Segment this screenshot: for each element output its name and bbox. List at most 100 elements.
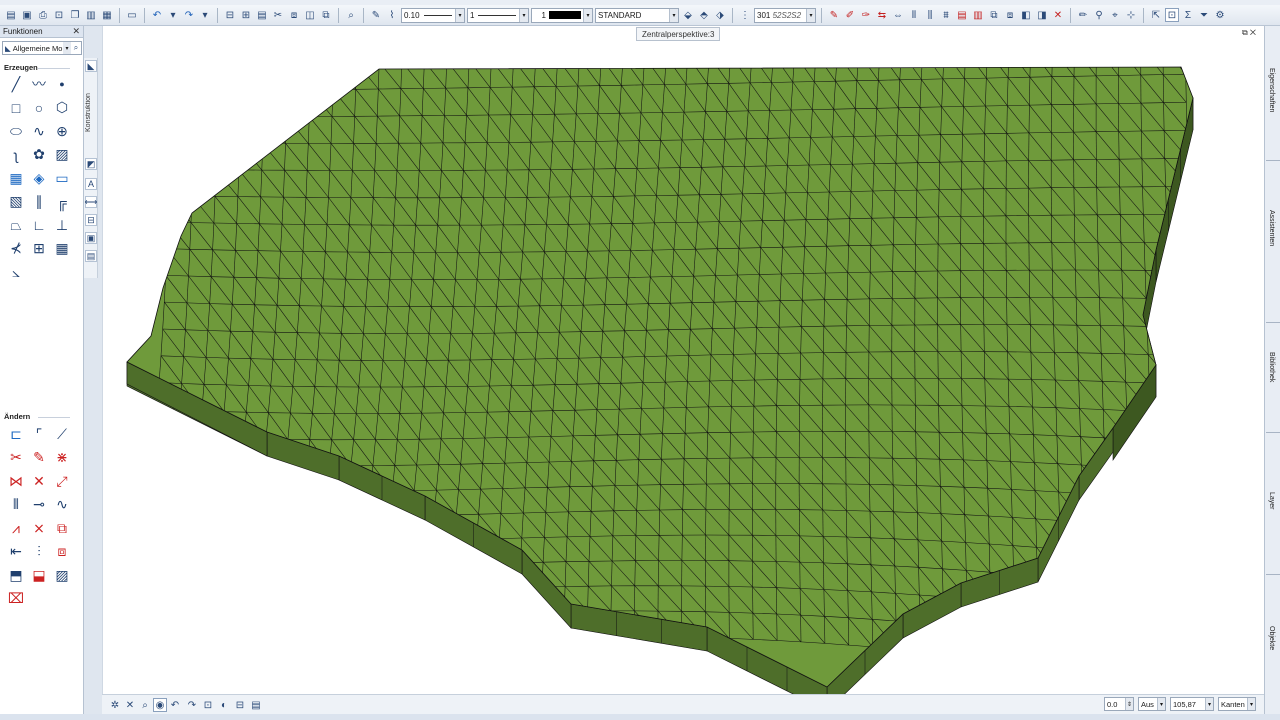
parallel-icon[interactable]: ⫴	[6, 495, 26, 515]
plot-icon[interactable]: ⊡	[52, 8, 66, 22]
dimension-line-icon[interactable]: ⟷	[85, 196, 97, 208]
hatch-edit-icon[interactable]: ▨	[52, 565, 72, 585]
spline-icon[interactable]: ∿	[29, 121, 49, 141]
perpendicular-icon[interactable]: ⊥	[52, 215, 72, 235]
redo-icon[interactable]: ↷	[182, 8, 196, 22]
navigate-icon[interactable]: ⇱	[1149, 8, 1163, 22]
line-type-select[interactable]: 1 ▾	[467, 7, 529, 23]
display-mode-select[interactable]: Kanten ▾	[1218, 697, 1256, 711]
crosshair-circle-icon[interactable]: ⊕	[52, 121, 72, 141]
curve-icon[interactable]: ʅ	[6, 145, 26, 165]
style-area-icon[interactable]: ▧	[6, 192, 26, 212]
settings-icon[interactable]: ⚙	[1213, 8, 1227, 22]
convert-icon[interactable]: ⬒	[6, 565, 26, 585]
layer-select[interactable]: 301 52S2S2 ▾	[754, 7, 816, 23]
save-icon[interactable]: ▣	[20, 8, 34, 22]
tab-bibliothek[interactable]: Bibliothek	[1268, 352, 1275, 382]
break-line-icon[interactable]: ⩘	[6, 518, 26, 538]
format-select[interactable]: STANDARD ▾	[595, 7, 679, 23]
element-icon[interactable]: ◧	[1019, 8, 1033, 22]
bisector-icon[interactable]: ⊀	[6, 239, 26, 259]
module-select[interactable]: ◣ Allgemeine Mo... ▾ ⌕	[2, 41, 82, 55]
modify-line-icon[interactable]: ✐	[843, 8, 857, 22]
snap-mode-select[interactable]: Aus ▾	[1138, 697, 1166, 711]
extend-icon[interactable]: ⤢	[52, 471, 72, 491]
align-points-icon[interactable]: ⫶	[29, 542, 49, 562]
format-copy-icon[interactable]: ⬗	[713, 8, 727, 22]
search-icon[interactable]: ⌕	[71, 42, 81, 54]
point-icon[interactable]: ⌖	[1108, 8, 1122, 22]
undo-icon[interactable]: ↶	[150, 8, 164, 22]
dimension-icon[interactable]: ⊟	[223, 8, 237, 22]
transform-icon[interactable]: ⬓	[29, 565, 49, 585]
fillet-icon[interactable]: ⌜	[29, 424, 49, 444]
layer-tool-icon[interactable]: ◩	[85, 158, 97, 170]
fill-icon[interactable]: ◈	[29, 168, 49, 188]
format-apply-icon[interactable]: ⬘	[697, 8, 711, 22]
format-property-icon[interactable]: ⬙	[681, 8, 695, 22]
point-grid-icon[interactable]: ⊞	[29, 239, 49, 259]
angle-input[interactable]: 0.0 ⇕	[1104, 697, 1134, 711]
copy-icon[interactable]: ❐	[68, 8, 82, 22]
sum-icon[interactable]: Σ	[1181, 8, 1195, 22]
copy-edit-icon[interactable]: ⧈	[52, 542, 72, 562]
cut-line-icon[interactable]: ⨯	[29, 518, 49, 538]
viewport-3d[interactable]	[102, 26, 1264, 714]
align-icon[interactable]: ⫴	[907, 8, 921, 22]
zoom-input[interactable]: 105,87 ▾	[1170, 697, 1214, 711]
brush-icon[interactable]: ⌇	[385, 8, 399, 22]
table-icon[interactable]: ▤	[255, 8, 269, 22]
stack-icon[interactable]: ⩩	[939, 8, 953, 22]
cut-icon[interactable]: ✂	[271, 8, 285, 22]
point-icon[interactable]: ●	[52, 74, 72, 94]
layer-icon[interactable]: ⋮	[738, 8, 752, 22]
line-icon[interactable]: ╱	[6, 74, 26, 94]
terrain-model[interactable]	[103, 26, 1265, 694]
offset-icon[interactable]: ╔	[52, 192, 72, 212]
filter-icon[interactable]: ⏷	[1197, 8, 1211, 22]
trapezoid-icon[interactable]: ⏢	[6, 215, 26, 235]
undo-dropdown-icon[interactable]: ▾	[166, 8, 180, 22]
group-icon[interactable]: ⧉	[987, 8, 1001, 22]
open-icon[interactable]: ▤	[4, 8, 18, 22]
bitmap-icon[interactable]: ▭	[52, 168, 72, 188]
pattern-icon[interactable]: ▦	[6, 168, 26, 188]
viewport-window-controls[interactable]: ⧉ ✕	[1242, 28, 1256, 38]
view-settings-icon[interactable]: ⊟	[233, 698, 247, 712]
split-icon[interactable]: ⋇	[52, 448, 72, 468]
tab-objekte[interactable]: Objekte	[1268, 626, 1275, 650]
redo-dropdown-icon[interactable]: ▾	[198, 8, 212, 22]
close-icon[interactable]: ✕	[72, 26, 80, 37]
eye-icon[interactable]: ◐	[217, 698, 231, 712]
erase-icon[interactable]: ⌧	[6, 589, 26, 609]
snap-icon[interactable]: ⊹	[1124, 8, 1138, 22]
move-point-icon[interactable]: ⇤	[6, 542, 26, 562]
line-thickness-select[interactable]: 0.10 ▾	[401, 7, 465, 23]
view-redo-icon[interactable]: ↷	[185, 698, 199, 712]
edit-icon[interactable]: ✎	[29, 448, 49, 468]
object-icon[interactable]: ⧉	[319, 8, 333, 22]
camera-icon[interactable]: ◉	[153, 698, 167, 712]
rotate-icon[interactable]: ⧉	[52, 518, 72, 538]
monitor-icon[interactable]: ▭	[125, 8, 139, 22]
measure-icon[interactable]: ⚲	[1092, 8, 1106, 22]
smooth-icon[interactable]: ∿	[52, 495, 72, 515]
clipboard-icon[interactable]: ▦	[100, 8, 114, 22]
angle-icon[interactable]: ∟	[29, 215, 49, 235]
image-icon[interactable]: ▣	[85, 232, 97, 244]
draw-icon[interactable]: ✏	[1076, 8, 1090, 22]
match-properties-icon[interactable]: ▥	[971, 8, 985, 22]
cloud-icon[interactable]: ✿	[29, 145, 49, 165]
text-icon[interactable]: A	[85, 178, 97, 190]
modify-layer-icon[interactable]: ⇆	[875, 8, 889, 22]
delete-segment-icon[interactable]: ⋈	[6, 471, 26, 491]
tab-layer[interactable]: Layer	[1268, 492, 1275, 510]
mirror-icon[interactable]: ⇔	[891, 8, 905, 22]
pen-icon[interactable]: ✎	[369, 8, 383, 22]
fit-icon[interactable]: ✕	[123, 698, 137, 712]
tab-eigenschaften[interactable]: Eigenschaften	[1268, 68, 1275, 112]
polyline-icon[interactable]: 〰	[29, 74, 49, 94]
search-icon[interactable]: ⌕	[344, 8, 358, 22]
ungroup-icon[interactable]: ⧈	[1003, 8, 1017, 22]
dimension-angle-icon[interactable]: ⦣	[6, 262, 26, 282]
